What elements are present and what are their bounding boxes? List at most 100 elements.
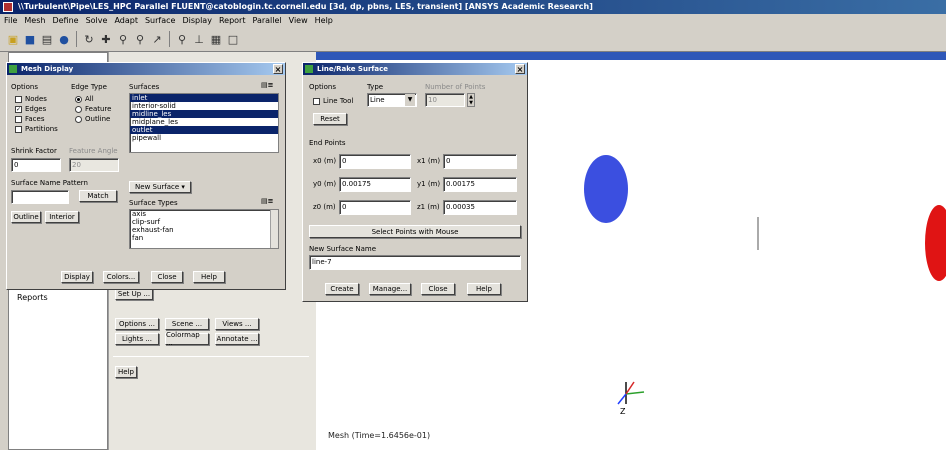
y0-input[interactable]: 0.00175	[339, 177, 411, 192]
menu-mesh[interactable]: Mesh	[24, 14, 45, 27]
close-button[interactable]: Close	[421, 283, 455, 295]
line-tool-checkbox[interactable]	[313, 98, 320, 105]
probe-icon[interactable]: ↗	[150, 32, 164, 46]
feature-angle-input: 20	[69, 158, 119, 172]
menu-surface[interactable]: Surface	[145, 14, 175, 27]
edge-type-all-radio[interactable]	[75, 96, 82, 103]
new-surface-name-input[interactable]: line-7	[309, 255, 521, 270]
menu-solve[interactable]: Solve	[86, 14, 108, 27]
menu-display[interactable]: Display	[182, 14, 212, 27]
x1-input[interactable]: 0	[443, 154, 517, 169]
surface-type-item[interactable]: exhaust-fan	[130, 226, 278, 234]
edge-type-outline-radio[interactable]	[75, 116, 82, 123]
reset-button[interactable]: Reset	[313, 113, 347, 125]
camera-icon[interactable]: ●	[57, 32, 71, 46]
type-label: Type	[367, 83, 384, 91]
type-select[interactable]: Line ▼	[367, 93, 417, 107]
menu-adapt[interactable]: Adapt	[114, 14, 138, 27]
surface-list-item[interactable]: inlet	[130, 94, 278, 102]
z0-input[interactable]: 0	[339, 200, 411, 215]
help-button[interactable]: Help	[193, 271, 225, 283]
nodes-checkbox[interactable]	[15, 96, 22, 103]
edge-type-feature-radio[interactable]	[75, 106, 82, 113]
faces-checkbox[interactable]	[15, 116, 22, 123]
fit-icon[interactable]: ⚲	[175, 32, 189, 46]
surface-list-item[interactable]: interior-solid	[130, 102, 278, 110]
display-button[interactable]: Display	[61, 271, 93, 283]
menu-bar: File Mesh Define Solve Adapt Surface Dis…	[0, 14, 946, 27]
edges-checkbox[interactable]: ✓	[15, 106, 22, 113]
partitions-checkbox[interactable]	[15, 126, 22, 133]
help-button[interactable]: Help	[115, 366, 137, 378]
scene-button[interactable]: Scene ...	[165, 318, 209, 330]
end-points-label: End Points	[309, 139, 346, 147]
surface-types-select-all-icon[interactable]: ▤≡	[261, 197, 273, 205]
match-button[interactable]: Match	[79, 190, 117, 202]
manage-button[interactable]: Manage...	[369, 283, 411, 295]
measure-icon[interactable]: ⊥	[192, 32, 206, 46]
x0-label: x0 (m)	[313, 157, 337, 165]
menu-help[interactable]: Help	[315, 14, 333, 27]
annotate-button[interactable]: Annotate ...	[215, 333, 259, 345]
surface-type-item[interactable]: clip-surf	[130, 218, 278, 226]
graphics-status-text: Mesh (Time=1.6456e-01)	[328, 431, 431, 440]
menu-file[interactable]: File	[4, 14, 17, 27]
z1-input[interactable]: 0.00035	[443, 200, 517, 215]
tree-item-reports[interactable]: Reports	[17, 293, 48, 302]
surface-type-item[interactable]: axis	[130, 210, 278, 218]
shrink-factor-label: Shrink Factor	[11, 147, 57, 155]
surface-name-pattern-input[interactable]	[11, 190, 69, 204]
create-button[interactable]: Create	[325, 283, 359, 295]
toolbar-separator	[76, 31, 77, 47]
layout-icon[interactable]: ▦	[209, 32, 223, 46]
surface-name-pattern-label: Surface Name Pattern	[11, 179, 88, 187]
surface-list-item[interactable]: outlet	[130, 126, 278, 134]
new-surface-button[interactable]: New Surface ▾	[129, 181, 191, 193]
select-points-with-mouse-button[interactable]: Select Points with Mouse	[309, 225, 521, 238]
colormap-button[interactable]: Colormap ...	[165, 331, 209, 347]
edge-type-feature-label: Feature	[85, 105, 112, 113]
z1-label: z1 (m)	[417, 203, 440, 211]
interior-button[interactable]: Interior	[45, 211, 79, 223]
views-button[interactable]: Views ...	[215, 318, 259, 330]
outlet-surface	[925, 205, 946, 281]
surfaces-select-all-icon[interactable]: ▤≡	[261, 81, 273, 89]
menu-report[interactable]: Report	[219, 14, 246, 27]
y1-input[interactable]: 0.00175	[443, 177, 517, 192]
line-rake-title: Line/Rake Surface	[317, 65, 389, 73]
window-title: \\Turbulent\Pipe\LES_HPC Parallel FLUENT…	[18, 2, 593, 11]
open-icon[interactable]: ▣	[6, 32, 20, 46]
rotate-icon[interactable]: ↻	[82, 32, 96, 46]
colors-button[interactable]: Colors...	[103, 271, 139, 283]
options-button[interactable]: Options ...	[115, 318, 159, 330]
surface-types-scrollbar[interactable]	[270, 210, 278, 248]
shrink-factor-input[interactable]: 0	[11, 158, 61, 172]
axis-triad: Z	[617, 381, 645, 416]
x0-input[interactable]: 0	[339, 154, 411, 169]
num-points-spinner-icon: ▲ ▼	[467, 93, 475, 107]
print-icon[interactable]: ▤	[40, 32, 54, 46]
surface-list-item[interactable]: pipewall	[130, 134, 278, 142]
close-button[interactable]: Close	[151, 271, 183, 283]
outline-button[interactable]: Outline	[11, 211, 41, 223]
chevron-down-icon: ▼	[405, 94, 415, 106]
menu-view[interactable]: View	[289, 14, 308, 27]
close-icon[interactable]: ×	[273, 64, 283, 74]
surface-list-item[interactable]: midplane_les	[130, 118, 278, 126]
divider	[113, 356, 309, 357]
menu-parallel[interactable]: Parallel	[252, 14, 281, 27]
surface-list-item[interactable]: midline_les	[130, 110, 278, 118]
menu-define[interactable]: Define	[52, 14, 78, 27]
surfaces-listbox[interactable]: inlet interior-solid midline_les midplan…	[129, 93, 279, 153]
options-group-label: Options	[309, 83, 337, 91]
zoom-box-icon[interactable]: ⚲	[133, 32, 147, 46]
lights-button[interactable]: Lights ...	[115, 333, 159, 345]
pan-icon[interactable]: ✚	[99, 32, 113, 46]
surface-type-item[interactable]: fan	[130, 234, 278, 242]
zoom-icon[interactable]: ⚲	[116, 32, 130, 46]
help-button[interactable]: Help	[467, 283, 501, 295]
save-icon[interactable]: ■	[23, 32, 37, 46]
surface-types-listbox[interactable]: axis clip-surf exhaust-fan fan	[129, 209, 279, 249]
close-icon[interactable]: ×	[515, 64, 525, 74]
window-icon[interactable]: □	[226, 32, 240, 46]
